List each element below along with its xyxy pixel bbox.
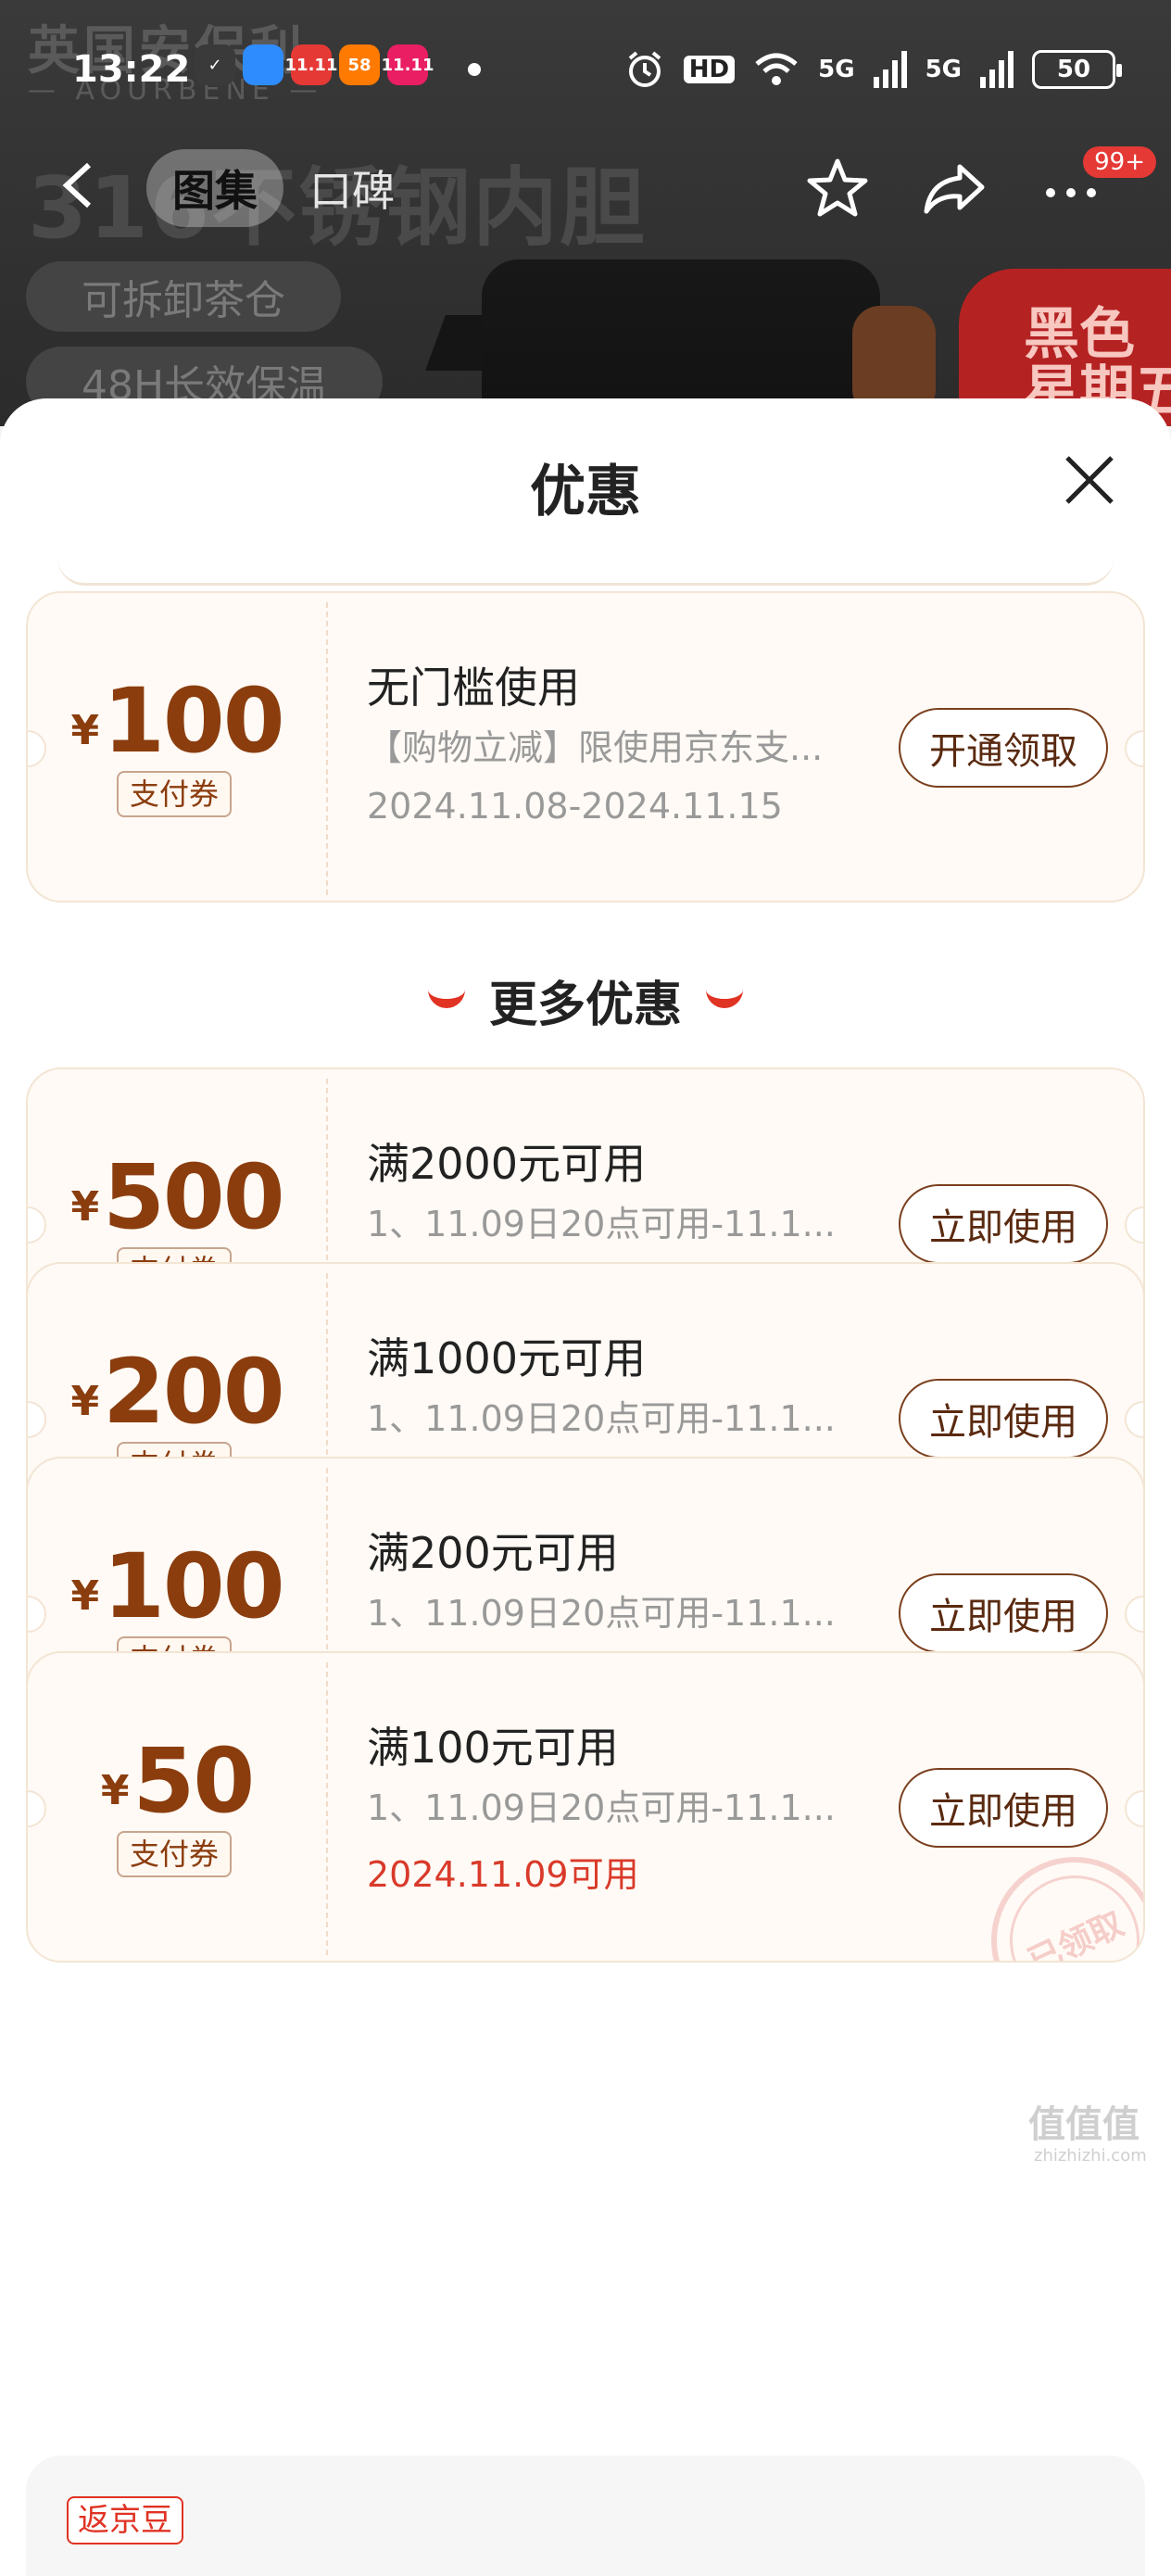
currency-symbol: ¥ (70, 1378, 100, 1425)
wallet-app-icon (243, 44, 283, 85)
coupon-condition: 满1000元可用 (367, 1333, 647, 1383)
notification-check-icon: ✓ (195, 44, 235, 85)
signal-5g-label: 5G (925, 56, 962, 83)
coupon-amount: ¥500 (28, 1145, 326, 1249)
feature-pill: 可拆卸茶仓 (26, 261, 341, 332)
coupon-notch (1125, 1596, 1143, 1633)
site-watermark-url: zhizhizhi.com (1034, 2146, 1147, 2166)
coupon-description: 【购物立减】限使用京东支... (367, 727, 824, 768)
coupon-validity: 2024.11.08-2024.11.15 (367, 786, 783, 827)
app-58-icon: 58 (339, 44, 380, 85)
favorite-star-icon[interactable] (802, 154, 873, 224)
currency-symbol: ¥ (70, 707, 100, 754)
top-navigation: 图集 口碑 99+ (0, 139, 1171, 232)
tab-reviews[interactable]: 口碑 (283, 149, 421, 227)
coupon-condition: 满100元可用 (367, 1723, 619, 1773)
more-offers-heading: 更多优惠 (0, 966, 1171, 1035)
coupon-type-tag: 支付券 (117, 771, 233, 817)
coupon-value: 100 (103, 1534, 284, 1638)
currency-symbol: ¥ (100, 1767, 130, 1814)
currency-symbol: ¥ (70, 1572, 100, 1620)
coupon-condition: 满2000元可用 (367, 1139, 647, 1189)
coupon-value: 200 (103, 1340, 284, 1444)
jd-bean-section: 返京豆 (26, 2456, 1145, 2576)
alarm-icon (628, 51, 661, 87)
coupon-card: ¥50 支付券 满100元可用 1、11.09日20点可用-11.1... 2024.1… (26, 1651, 1145, 1963)
wifi-icon (755, 53, 798, 85)
status-indicators: HD 5G 5G 50 (624, 49, 1122, 90)
battery-icon: 50 (1032, 50, 1122, 89)
coupon-notch (1125, 1206, 1143, 1244)
coupon-divider (326, 1662, 328, 1955)
status-time: 13:22 (72, 48, 191, 91)
signal-bars-icon (980, 51, 1014, 88)
hd-indicator: HD (683, 56, 736, 83)
currency-symbol: ¥ (70, 1183, 100, 1231)
coupon-description: 1、11.09日20点可用-11.1... (367, 1398, 836, 1439)
status-app-icons: ✓ 11.11 58 11.11 (195, 44, 434, 85)
coupon-condition: 无门槛使用 (367, 663, 580, 713)
tab-gallery[interactable]: 图集 (146, 149, 283, 227)
status-bar: 13:22 ✓ 11.11 58 11.11 HD 5G 5G 50 (0, 37, 1171, 102)
use-now-button[interactable]: 立即使用 (899, 1573, 1108, 1653)
more-offers-label: 更多优惠 (488, 978, 682, 1033)
coupon-card: ¥100 支付券 无门槛使用【购物立减】限使用京东支... 2024.11.08-20… (26, 591, 1145, 903)
coupon-value: 100 (103, 669, 284, 773)
coupon-value: 50 (132, 1729, 256, 1833)
coupon-amount: ¥200 (28, 1340, 326, 1444)
message-count-badge: 99+ (1083, 146, 1156, 178)
coupon-amount: ¥100 (28, 1534, 326, 1638)
share-icon[interactable] (919, 154, 989, 224)
coupon-divider (326, 602, 328, 895)
bean-return-tag: 返京豆 (67, 2496, 183, 2544)
back-arrow-icon[interactable] (56, 158, 111, 213)
activate-claim-button[interactable]: 开通领取 (899, 708, 1108, 788)
claimed-stamp-icon: 已领取 (988, 1853, 1143, 1961)
battery-level: 50 (1056, 56, 1091, 83)
smile-decoration-icon (706, 990, 743, 1008)
coupon-value: 500 (103, 1145, 284, 1249)
sheet-title: 优惠 (530, 460, 641, 524)
use-now-button[interactable]: 立即使用 (899, 1184, 1108, 1264)
product-page-background: 英国安保利 — AOURBENE — 316不锈钢内胆 可拆卸茶仓 48H长效保… (0, 0, 1171, 426)
coupon-description: 1、11.09日20点可用-11.1... (367, 1204, 836, 1244)
site-watermark: 值值值 (1028, 2103, 1140, 2146)
close-icon[interactable] (1056, 447, 1123, 513)
previous-coupon-edge (57, 558, 1114, 586)
coupon-description: 1、11.09日20点可用-11.1... (367, 1787, 836, 1828)
signal-5g-label: 5G (818, 56, 855, 83)
coupon-description: 1、11.09日20点可用-11.1... (367, 1593, 836, 1634)
use-now-button[interactable]: 立即使用 (899, 1768, 1108, 1848)
signal-bars-icon (873, 51, 907, 88)
claimed-stamp-text: 已领取 (988, 1853, 1143, 1961)
coupon-amount: ¥100 (28, 669, 326, 773)
use-now-button[interactable]: 立即使用 (899, 1379, 1108, 1458)
coupon-type-tag: 支付券 (117, 1831, 233, 1877)
coupon-condition: 满200元可用 (367, 1528, 619, 1578)
coupon-validity: 2024.11.09可用 (367, 1854, 639, 1895)
app-11-11-icon: 11.11 (285, 44, 337, 85)
offers-bottom-sheet: 优惠 ¥100 支付券 无门槛使用 【购物立减】限使用京东支... 2024.11.08… (0, 398, 1171, 2576)
nav-tabs: 图集 口碑 (146, 146, 421, 230)
coupon-notch (1125, 1401, 1143, 1438)
more-notifications-dot (468, 63, 481, 76)
app-promo-icon: 11.11 (382, 44, 434, 85)
smile-decoration-icon (427, 990, 465, 1008)
coupon-notch (1125, 1790, 1143, 1827)
coupon-notch (1125, 730, 1143, 767)
coupon-amount: ¥50 (28, 1729, 326, 1833)
